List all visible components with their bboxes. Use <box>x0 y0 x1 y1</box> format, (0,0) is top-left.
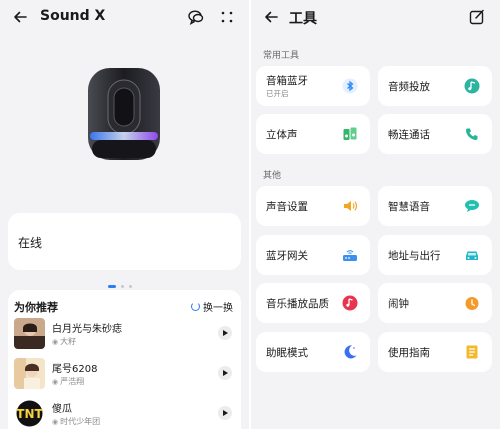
device-title: Sound X <box>40 8 106 24</box>
play-icon[interactable] <box>218 366 232 380</box>
tile-music-quality[interactable]: 音乐播放品质 <box>256 283 370 323</box>
artist-icon: ◉ <box>52 417 59 426</box>
tile-sound-settings[interactable]: 声音设置 <box>256 186 370 226</box>
page-dot <box>129 285 132 288</box>
tile-status: 已开启 <box>266 89 289 98</box>
song-item[interactable]: TNT 傻瓜 ◉ 时代少年团 <box>14 398 236 429</box>
stereo-icon <box>343 127 357 140</box>
music-cast-icon <box>464 78 480 94</box>
tile-stereo[interactable]: 立体声 <box>256 114 370 154</box>
tile-label: 助眠模式 <box>266 347 308 359</box>
tile-call[interactable]: 畅连通话 <box>378 114 492 154</box>
back-arrow-icon[interactable] <box>263 9 279 25</box>
tile-label: 畅连通话 <box>388 129 430 141</box>
recommend-title: 为你推荐 <box>14 301 58 314</box>
svg-text:TNT: TNT <box>16 407 43 421</box>
tile-speaker-bluetooth[interactable]: 音箱蓝牙 已开启 <box>256 66 370 106</box>
tile-label: 蓝牙网关 <box>266 250 308 262</box>
tile-bluetooth-gateway[interactable]: 蓝牙网关 <box>256 235 370 275</box>
car-icon <box>466 251 478 260</box>
music-quality-icon <box>342 295 358 311</box>
device-panel: Sound X 在线 为你推荐 换一换 白月光与朱砂痣 ◉ 大籽 尾号6208 … <box>0 0 249 429</box>
moon-icon <box>344 345 357 359</box>
router-icon <box>343 250 357 261</box>
volume-icon <box>344 201 358 211</box>
album-cover <box>14 318 45 349</box>
song-item[interactable]: 尾号6208 ◉ 严浩翔 <box>14 358 236 390</box>
speaker-image <box>88 68 160 160</box>
edit-icon[interactable] <box>468 8 486 26</box>
tile-address-travel[interactable]: 地址与出行 <box>378 235 492 275</box>
recommend-card: 为你推荐 换一换 白月光与朱砂痣 ◉ 大籽 尾号6208 ◉ 严浩翔 TNT 傻瓜 … <box>8 290 241 429</box>
tile-label: 音频投放 <box>388 81 430 93</box>
tile-alarm[interactable]: 闹钟 <box>378 283 492 323</box>
device-status: 在线 <box>18 236 43 250</box>
song-artist: ◉ 大籽 <box>52 337 77 346</box>
album-cover <box>14 358 45 389</box>
song-item[interactable]: 白月光与朱砂痣 ◉ 大籽 <box>14 318 236 350</box>
guide-icon <box>466 345 478 359</box>
tile-label: 闹钟 <box>388 298 409 310</box>
album-cover: TNT <box>14 398 45 429</box>
back-arrow-icon[interactable] <box>12 9 28 25</box>
artist-icon: ◉ <box>52 337 59 346</box>
section-title-common: 常用工具 <box>263 51 300 61</box>
refresh-button[interactable]: 换一换 <box>191 299 233 314</box>
song-title: 傻瓜 <box>52 404 72 415</box>
alarm-icon <box>465 297 479 310</box>
voice-assistant-icon <box>465 200 479 212</box>
tools-panel: 工具 常用工具 音箱蓝牙 已开启 音频投放 立体声 畅连通话 其他 声音设置 智… <box>251 0 500 429</box>
refresh-label: 换一换 <box>203 303 233 314</box>
more-options-icon[interactable] <box>218 8 236 26</box>
song-artist: ◉ 严浩翔 <box>52 377 85 386</box>
tools-title: 工具 <box>289 11 317 27</box>
device-header: Sound X <box>0 0 249 34</box>
phone-icon <box>466 128 478 140</box>
tile-label: 立体声 <box>266 129 298 141</box>
bluetooth-icon <box>342 78 358 94</box>
page-indicator <box>108 285 132 288</box>
song-title: 白月光与朱砂痣 <box>52 324 122 335</box>
tile-label: 音乐播放品质 <box>266 298 329 310</box>
refresh-icon <box>191 302 200 311</box>
artist-icon: ◉ <box>52 377 59 386</box>
page-dot <box>121 285 124 288</box>
tile-label: 使用指南 <box>388 347 430 359</box>
tile-label: 音箱蓝牙 <box>266 75 308 87</box>
device-status-card[interactable]: 在线 <box>8 213 241 270</box>
tile-audio-cast[interactable]: 音频投放 <box>378 66 492 106</box>
song-artist: ◉ 时代少年团 <box>52 417 101 426</box>
tile-sleep-mode[interactable]: 助眠模式 <box>256 332 370 372</box>
tools-header: 工具 <box>251 0 500 34</box>
song-title: 尾号6208 <box>52 364 98 375</box>
tile-label: 地址与出行 <box>388 250 441 262</box>
tile-smart-voice[interactable]: 智慧语音 <box>378 186 492 226</box>
tile-label: 声音设置 <box>266 201 308 213</box>
tile-label: 智慧语音 <box>388 201 430 213</box>
page-dot-active <box>108 285 116 288</box>
play-icon[interactable] <box>218 326 232 340</box>
chat-icon[interactable] <box>187 8 205 26</box>
tile-user-guide[interactable]: 使用指南 <box>378 332 492 372</box>
section-title-other: 其他 <box>263 171 282 181</box>
play-icon[interactable] <box>218 406 232 420</box>
